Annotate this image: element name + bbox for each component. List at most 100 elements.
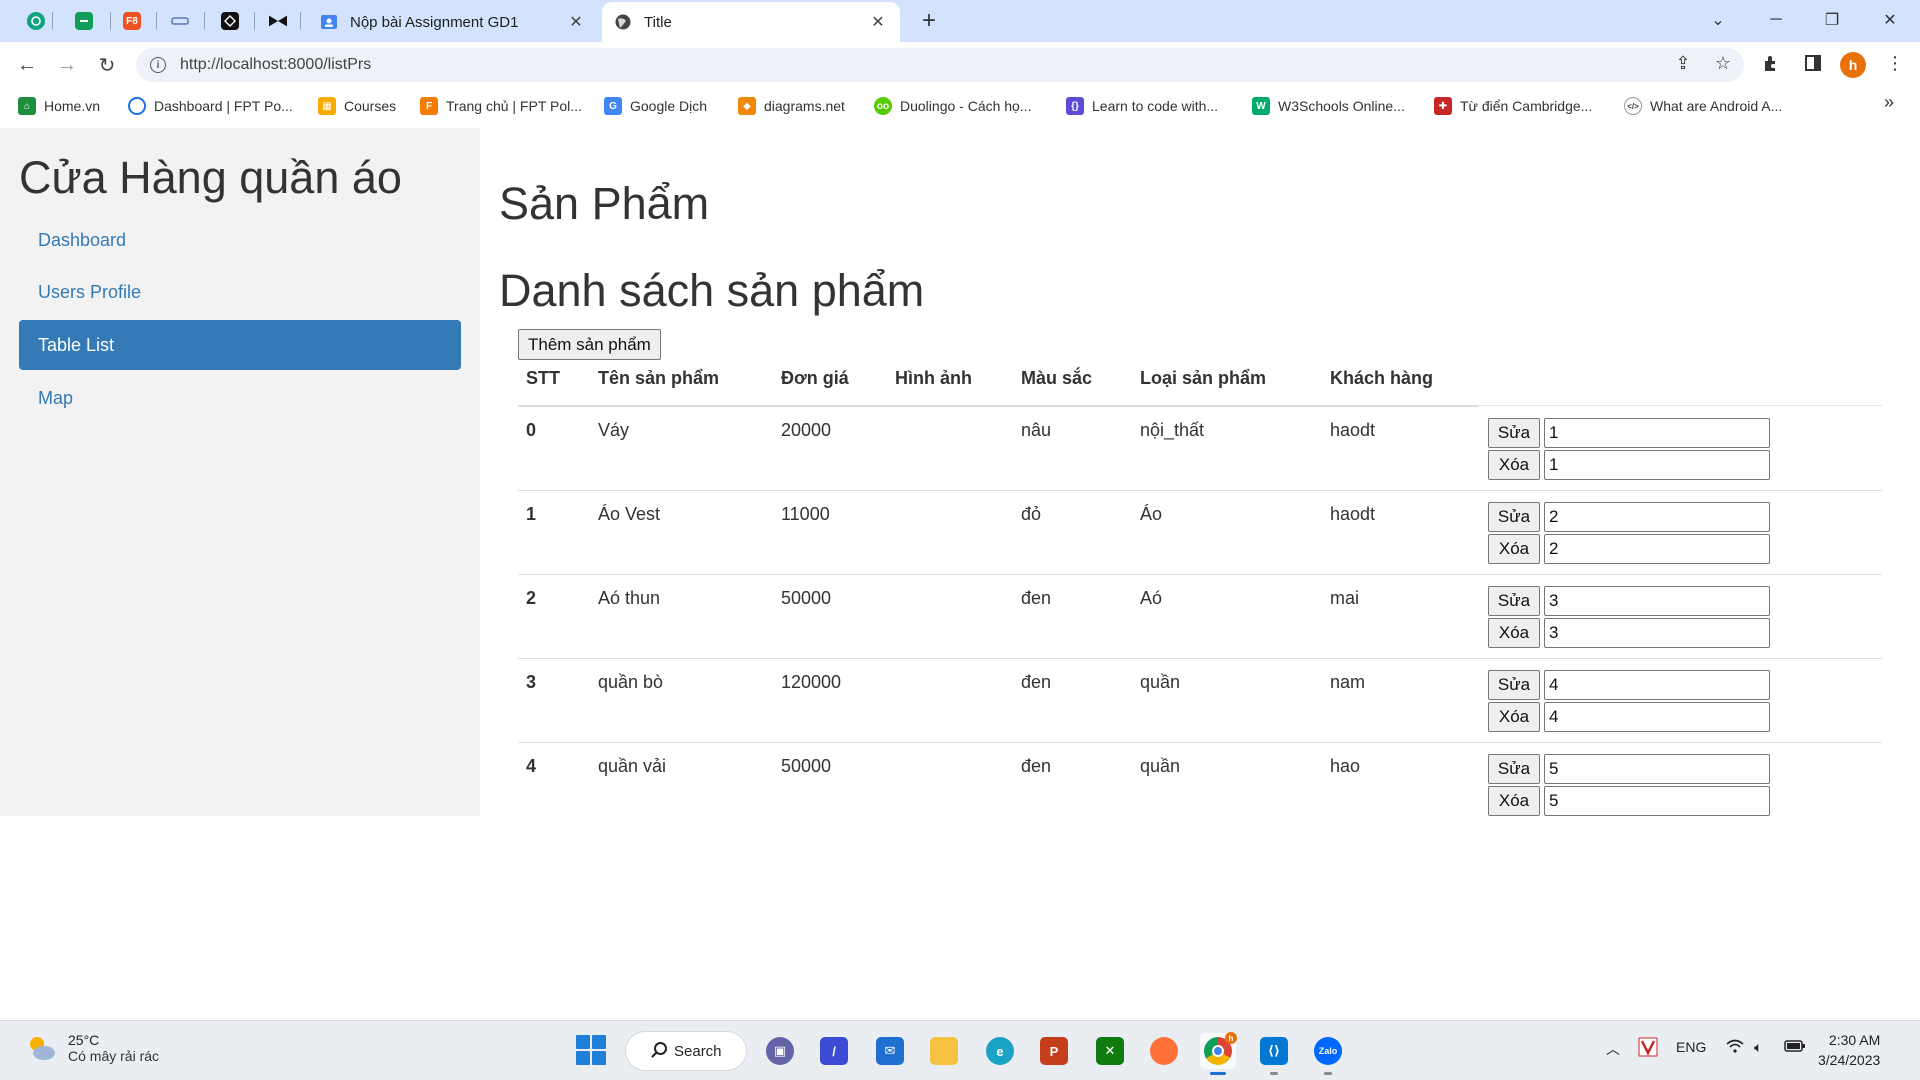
powerpoint-icon[interactable]: P xyxy=(1036,1033,1072,1069)
close-icon[interactable]: ✕ xyxy=(868,12,888,32)
store-title: Cửa Hàng quần áo xyxy=(19,152,402,203)
wifi-icon[interactable] xyxy=(1726,1039,1744,1056)
delete-id-input[interactable] xyxy=(1544,786,1770,816)
file-explorer-icon[interactable] xyxy=(926,1033,962,1069)
sidebar-item-dashboard[interactable]: Dashboard xyxy=(19,215,461,265)
pinned-tab-bowtie[interactable] xyxy=(264,8,292,34)
sidebar-item-map[interactable]: Map xyxy=(19,373,461,423)
pinned-tab-chatgpt[interactable] xyxy=(22,8,50,34)
back-button[interactable]: ← xyxy=(12,50,42,80)
delete-id-input[interactable] xyxy=(1544,534,1770,564)
sidebar-item-users-profile[interactable]: Users Profile xyxy=(19,267,461,317)
edit-id-input[interactable] xyxy=(1544,502,1770,532)
edit-button[interactable]: Sửa xyxy=(1488,502,1540,532)
bookmark-label: W3Schools Online... xyxy=(1278,98,1405,114)
delete-button[interactable]: Xóa xyxy=(1488,618,1540,648)
bookmark-label: Learn to code with... xyxy=(1092,98,1219,114)
codepen-icon xyxy=(221,12,239,30)
address-bar[interactable]: i http://localhost:8000/listPrs xyxy=(136,48,1744,82)
xbox-icon[interactable]: ✕ xyxy=(1092,1033,1128,1069)
share-icon[interactable]: ⇪ xyxy=(1668,48,1698,78)
delete-button[interactable]: Xóa xyxy=(1488,534,1540,564)
bookmark-fpt-home[interactable]: F Trang chủ | FPT Pol... xyxy=(420,94,582,118)
bookmark-fpt-dashboard[interactable]: Dashboard | FPT Po... xyxy=(128,94,293,118)
sidebar-item-table-list[interactable]: Table List xyxy=(19,320,461,370)
pinned-tab-codepen[interactable] xyxy=(216,8,244,34)
close-window-button[interactable]: ✕ xyxy=(1872,6,1908,34)
column-header-color: Màu sắc xyxy=(1021,368,1093,388)
url-text: http://localhost:8000/listPrs xyxy=(180,56,372,73)
battery-icon[interactable] xyxy=(1784,1039,1806,1056)
bookmarks-overflow-icon[interactable]: » xyxy=(1884,92,1894,113)
bookmark-w3schools[interactable]: W W3Schools Online... xyxy=(1252,94,1405,118)
system-clock[interactable]: 2:30 AM 3/24/2023 xyxy=(1818,1030,1880,1070)
edit-button[interactable]: Sửa xyxy=(1488,670,1540,700)
profile-avatar[interactable]: h xyxy=(1840,52,1866,78)
edit-id-input[interactable] xyxy=(1544,586,1770,616)
pinned-tab-usb[interactable] xyxy=(166,8,194,34)
bowtie-icon xyxy=(269,12,287,30)
minimize-button[interactable]: ─ xyxy=(1758,6,1794,34)
side-panel-icon[interactable] xyxy=(1798,48,1828,78)
teams-icon[interactable]: ▣ xyxy=(762,1033,798,1069)
delete-id-input[interactable] xyxy=(1544,450,1770,480)
star-icon[interactable]: ☆ xyxy=(1708,48,1738,78)
edit-id-input[interactable] xyxy=(1544,754,1770,784)
bookmark-home-vn[interactable]: ⌂ Home.vn xyxy=(18,94,100,118)
weather-widget[interactable]: 25°C Có mây rải rác xyxy=(24,1031,159,1065)
sheets-icon xyxy=(75,12,93,30)
tab-assignment[interactable]: Nộp bài Assignment GD1 ✕ xyxy=(308,2,598,42)
pinned-tab-sheets[interactable] xyxy=(70,8,98,34)
row-stt: 1 xyxy=(526,504,537,524)
vscode-icon[interactable]: ⟨⟩ xyxy=(1256,1033,1292,1075)
forward-button[interactable]: → xyxy=(52,50,82,80)
delete-button[interactable]: Xóa xyxy=(1488,450,1540,480)
column-header-customer: Khách hàng xyxy=(1330,368,1434,388)
edit-button[interactable]: Sửa xyxy=(1488,586,1540,616)
delete-id-input[interactable] xyxy=(1544,702,1770,732)
language-indicator[interactable]: ENG xyxy=(1676,1039,1706,1055)
mail-icon[interactable]: ✉ xyxy=(872,1033,908,1069)
edit-button[interactable]: Sửa xyxy=(1488,754,1540,784)
edit-id-input[interactable] xyxy=(1544,670,1770,700)
edge-icon[interactable]: e xyxy=(982,1033,1018,1069)
row-stt: 4 xyxy=(526,756,537,776)
menu-icon[interactable]: ⋮ xyxy=(1880,48,1910,78)
column-header-type: Loại sản phẩm xyxy=(1140,368,1267,388)
delete-button[interactable]: Xóa xyxy=(1488,786,1540,816)
pinned-tab-f8[interactable]: F8 xyxy=(118,8,146,34)
volume-icon[interactable]: 🔈︎ xyxy=(1754,1039,1762,1056)
bookmark-google-translate[interactable]: G Google Dịch xyxy=(604,94,707,118)
firefox-icon[interactable] xyxy=(1146,1033,1182,1069)
add-product-button[interactable]: Thêm sản phẩm xyxy=(518,329,661,360)
chevron-up-icon[interactable]: ︿ xyxy=(1606,1039,1620,1059)
delete-id-input[interactable] xyxy=(1544,618,1770,648)
zalo-icon[interactable]: Zalo xyxy=(1310,1033,1346,1075)
antivirus-icon[interactable] xyxy=(1638,1037,1658,1060)
bookmark-cambridge[interactable]: ✚ Từ điển Cambridge... xyxy=(1434,94,1592,118)
bookmark-diagrams[interactable]: ◆ diagrams.net xyxy=(738,94,845,118)
restore-button[interactable]: ❐ xyxy=(1814,6,1850,34)
close-icon[interactable]: ✕ xyxy=(566,12,586,32)
bookmark-courses[interactable]: ▦ Courses xyxy=(318,94,396,118)
bookmark-learn-code[interactable]: {} Learn to code with... xyxy=(1066,94,1218,118)
extensions-icon[interactable] xyxy=(1756,48,1786,78)
delete-button[interactable]: Xóa xyxy=(1488,702,1540,732)
row-color: đỏ xyxy=(1021,504,1042,524)
azure-icon[interactable]: / xyxy=(816,1033,852,1069)
taskbar-search[interactable]: Search xyxy=(626,1032,746,1070)
info-icon[interactable]: i xyxy=(150,57,166,73)
reload-button[interactable]: ↻ xyxy=(92,50,122,80)
bookmark-android[interactable]: </> What are Android A... xyxy=(1624,94,1782,118)
chrome-icon[interactable]: h xyxy=(1200,1032,1237,1075)
edit-id-input[interactable] xyxy=(1544,418,1770,448)
row-name: Áo Vest xyxy=(598,504,661,524)
tab-title-active[interactable]: Title ✕ xyxy=(602,2,900,42)
tab-search-icon[interactable]: ⌄ xyxy=(1700,6,1736,34)
new-tab-button[interactable]: + xyxy=(916,8,942,34)
cambridge-icon: ✚ xyxy=(1434,97,1452,115)
bookmark-duolingo[interactable]: oo Duolingo - Cách họ... xyxy=(874,94,1032,118)
edit-button[interactable]: Sửa xyxy=(1488,418,1540,448)
windows-start-icon[interactable] xyxy=(576,1035,606,1065)
page-title: Sản Phẩm xyxy=(499,178,710,229)
